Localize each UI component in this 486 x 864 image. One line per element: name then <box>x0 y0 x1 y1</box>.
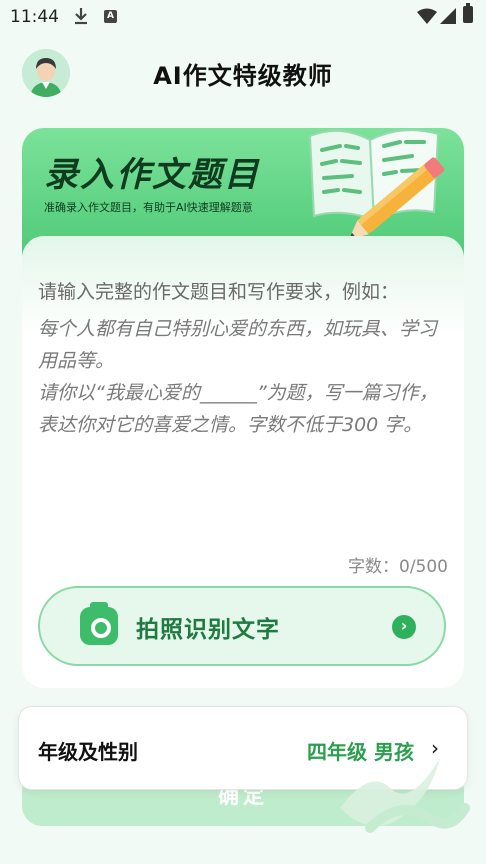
download-icon <box>75 8 87 25</box>
chevron-right-circle-icon: › <box>392 615 416 639</box>
signal-icon <box>440 8 456 24</box>
wifi-icon <box>417 8 437 24</box>
watermark-icon <box>340 758 470 833</box>
status-bar: 11:44 A <box>0 0 486 34</box>
char-counter: 字数：0/500 <box>348 557 448 577</box>
battery-icon <box>463 3 473 23</box>
book-pencil-icon <box>308 129 445 239</box>
topic-input-example[interactable]: 每个人都有自己特别心爱的东西，如玩具、学习用品等。 请你以“我最心爱的_____… <box>38 313 454 441</box>
a-app-icon: A <box>104 10 117 23</box>
banner-subtitle: 准确录入作文题目，有助于AI快速理解题意 <box>44 201 253 214</box>
status-time: 11:44 <box>10 7 59 27</box>
page-title: AI作文特级教师 <box>153 62 333 90</box>
grade-gender-label: 年级及性别 <box>38 740 138 764</box>
photo-ocr-label: 拍照识别文字 <box>136 617 280 643</box>
topic-input-placeholder[interactable]: 请输入完整的作文题目和写作要求，例如： <box>38 276 454 308</box>
camera-icon <box>80 602 118 645</box>
banner-title: 录入作文题目 <box>44 155 260 195</box>
